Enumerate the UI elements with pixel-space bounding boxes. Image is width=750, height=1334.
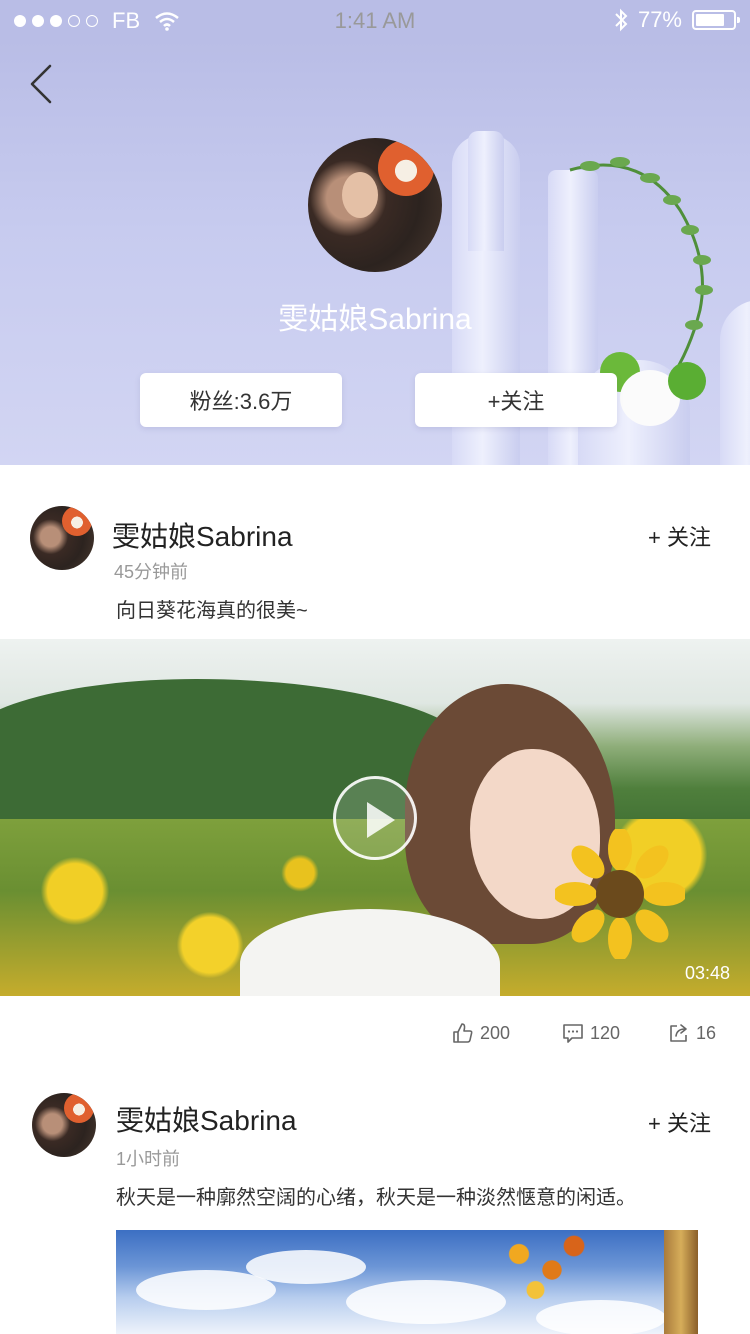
bluetooth-icon — [615, 8, 628, 32]
share-button[interactable]: 16 — [668, 1022, 716, 1044]
post-author-name[interactable]: 雯姑娘Sabrina — [112, 515, 293, 555]
battery-percent: 77% — [637, 7, 682, 32]
post-caption: 秋天是一种廓然空阔的心绪，秋天是一种淡然惬意的闲适。 — [116, 1187, 636, 1209]
post-time: 1小时前 — [116, 1149, 181, 1169]
back-button[interactable] — [22, 60, 66, 108]
post-follow-button[interactable]: + 关注 — [648, 520, 711, 552]
photo-scene — [664, 1230, 698, 1334]
post-actions: 200 120 16 — [0, 1022, 750, 1052]
follow-button[interactable]: +关注 — [415, 373, 617, 427]
video-duration: 03:48 — [684, 963, 730, 983]
post-caption: 向日葵花海真的很美~ — [116, 600, 308, 622]
status-bar: FB 1:41 AM 77% — [0, 0, 750, 40]
flower-decoration — [668, 362, 706, 400]
share-count: 16 — [696, 1022, 717, 1043]
comment-count: 120 — [590, 1022, 621, 1043]
post-photo[interactable] — [116, 1230, 698, 1334]
post-author-avatar[interactable] — [32, 1093, 96, 1157]
fans-count-button[interactable]: 粉丝:3.6万 — [140, 373, 342, 427]
thumbs-up-icon — [453, 1023, 473, 1043]
like-count: 200 — [480, 1022, 511, 1043]
like-button[interactable]: 200 — [452, 1022, 510, 1044]
profile-avatar[interactable] — [308, 138, 442, 272]
post-time: 45分钟前 — [114, 562, 189, 582]
comment-icon — [563, 1024, 583, 1043]
post-follow-button[interactable]: + 关注 — [648, 1106, 711, 1138]
share-icon — [670, 1024, 687, 1042]
profile-header: 雯姑娘Sabrina 粉丝:3.6万 +关注 — [0, 40, 750, 465]
post-video[interactable]: 03:48 — [0, 639, 750, 996]
comment-button[interactable]: 120 — [562, 1022, 620, 1044]
battery-icon — [692, 10, 740, 30]
vine-decoration — [569, 157, 713, 381]
sunflower-decoration — [555, 829, 685, 959]
post-author-avatar[interactable] — [30, 506, 94, 570]
profile-name: 雯姑娘Sabrina — [278, 303, 472, 336]
play-button[interactable] — [333, 776, 417, 860]
post-author-name[interactable]: 雯姑娘Sabrina — [116, 1099, 297, 1139]
photo-scene — [486, 1230, 596, 1310]
battery-level — [696, 14, 724, 26]
